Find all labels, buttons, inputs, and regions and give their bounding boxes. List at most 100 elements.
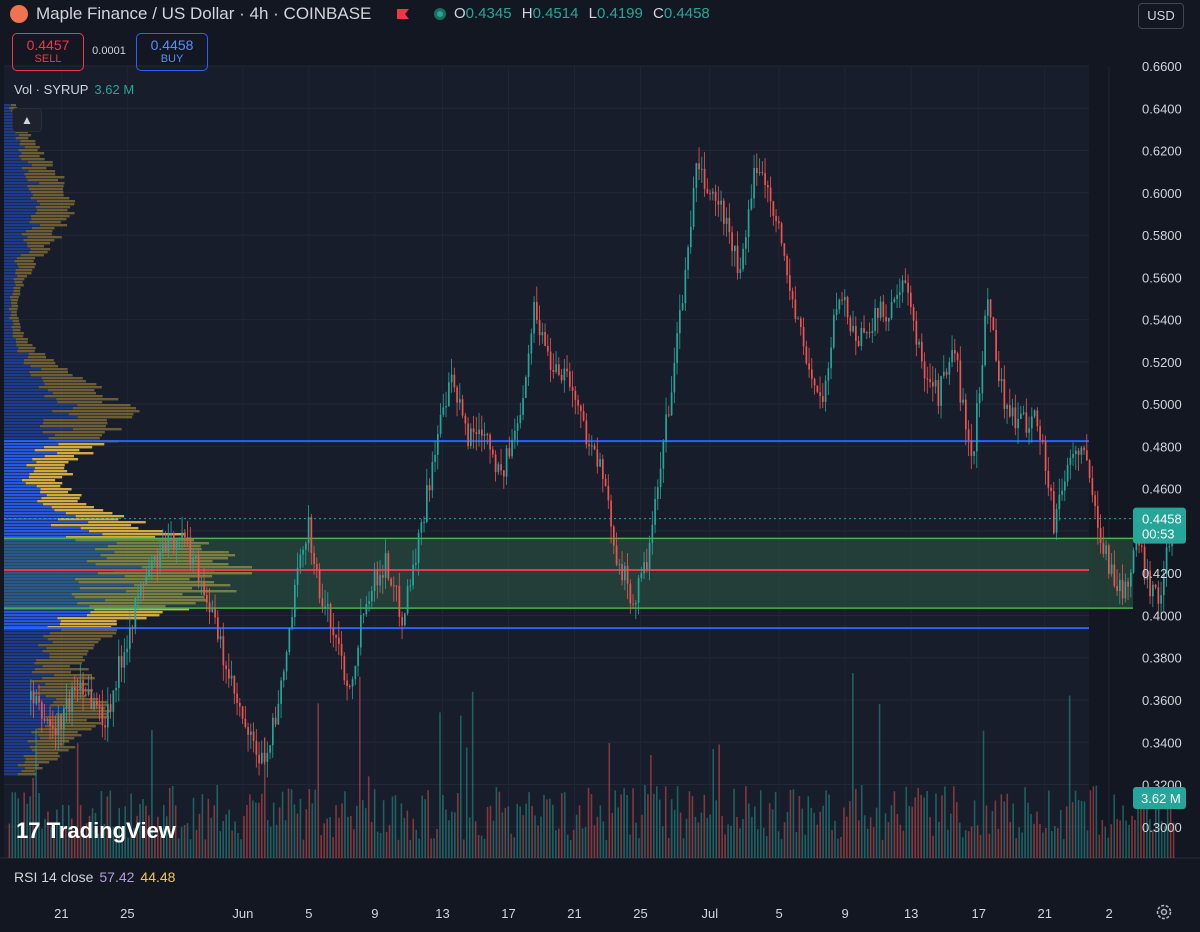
chart-canvas[interactable]: 0.6600 0.6400 0.6200 0.6000 0.5800 0.5600 0.54…: [0, 0, 1200, 932]
volume-bar: [350, 815, 352, 858]
volume-legend[interactable]: Vol · SYRUP 3.62 M: [14, 82, 134, 97]
profile-bar-down: [4, 137, 16, 140]
volume-bar: [774, 791, 777, 858]
profile-bar-up: [47, 638, 101, 641]
volume-bar: [195, 830, 198, 858]
candle-body: [60, 715, 62, 730]
candle-body: [522, 398, 524, 415]
candle-body: [74, 687, 76, 690]
candle-body: [621, 564, 623, 581]
volume-bar: [1012, 803, 1015, 858]
candle-body: [107, 704, 109, 728]
profile-bar-up: [28, 170, 56, 173]
volume-bar: [243, 816, 245, 858]
candle-body: [874, 308, 876, 331]
profile-bar-down: [4, 284, 16, 287]
volume-bar: [837, 838, 839, 858]
volume-bar: [240, 839, 242, 858]
candle-body: [761, 172, 764, 174]
profile-bar-down: [4, 200, 37, 203]
volume-bar: [834, 820, 836, 858]
candle-body: [544, 332, 546, 346]
profile-bar-up: [39, 182, 65, 185]
candle-body: [659, 468, 662, 488]
profile-bar-down: [4, 302, 12, 305]
candle-body: [393, 585, 395, 587]
volume-bar: [644, 784, 646, 858]
volume-bar: [843, 807, 845, 858]
volume-bar: [911, 806, 914, 858]
profile-bar-up: [24, 173, 56, 176]
volume-bar: [1021, 832, 1023, 858]
candle-body: [335, 635, 337, 638]
collapse-legend-button[interactable]: ▲: [12, 108, 42, 132]
volume-bar: [540, 816, 542, 858]
gear-icon[interactable]: [1155, 903, 1173, 921]
profile-bar-up: [12, 293, 21, 296]
volume-bar: [890, 805, 893, 858]
profile-bar-down: [4, 752, 36, 755]
candle-body: [492, 449, 494, 455]
candle-body: [217, 617, 219, 640]
buy-button[interactable]: 0.4458 BUY: [136, 33, 208, 71]
volume-bar: [700, 812, 703, 858]
volume-bar: [578, 805, 581, 858]
profile-bar-up: [29, 371, 69, 374]
profile-bar-up: [31, 164, 53, 167]
profile-bar-up: [29, 251, 48, 254]
price-tick-label: 0.6400: [1142, 101, 1182, 116]
profile-bar-down: [4, 323, 14, 326]
profile-bar-up: [15, 269, 33, 272]
symbol-title[interactable]: Maple Finance / US Dollar · 4h · COINBAS…: [36, 4, 371, 24]
candle-body: [296, 567, 299, 585]
volume-bar: [953, 786, 955, 858]
profile-bar-down: [4, 515, 76, 518]
candle-body: [560, 374, 563, 381]
candle-body: [46, 719, 49, 721]
candle-body: [602, 459, 604, 479]
candle-body: [294, 584, 296, 618]
profile-bar-down: [4, 638, 48, 641]
volume-bar: [201, 794, 204, 858]
candle-body: [1080, 447, 1083, 455]
candle-body: [802, 327, 805, 347]
rsi-legend[interactable]: RSI 14 close 57.42 44.48: [14, 869, 175, 885]
candle-body: [717, 200, 720, 205]
time-tick-label: 17: [972, 906, 986, 921]
volume-bar: [483, 838, 486, 858]
candle-body: [1014, 407, 1017, 429]
profile-bar-up: [46, 647, 94, 650]
profile-bar-down: [4, 128, 13, 131]
flag-icon[interactable]: [396, 8, 410, 20]
price-tick-label: 0.3800: [1142, 651, 1182, 666]
profile-bar-up: [44, 383, 97, 386]
candle-body: [272, 717, 274, 746]
profile-bar-up: [19, 143, 36, 146]
candle-body: [134, 598, 137, 629]
profile-bar-down: [4, 155, 20, 158]
volume-bar: [786, 811, 789, 858]
profile-bar-up: [30, 197, 70, 200]
profile-bar-down: [4, 524, 51, 527]
profile-bar-up: [42, 677, 95, 680]
candle-body: [156, 556, 159, 568]
candle-body: [151, 560, 153, 570]
profile-bar-down: [4, 665, 43, 668]
candle-body: [593, 445, 596, 450]
volume-bar: [1053, 825, 1056, 858]
candle-body: [1044, 441, 1047, 472]
candle-body: [640, 573, 643, 579]
candle-body: [610, 500, 612, 527]
volume-bar: [430, 838, 432, 858]
candle-body: [470, 428, 472, 446]
volume-bar: [1125, 820, 1127, 858]
volume-bar: [831, 830, 833, 858]
volume-bar: [1077, 800, 1080, 858]
profile-bar-up: [54, 434, 103, 437]
sell-button[interactable]: 0.4457 SELL: [12, 33, 84, 71]
volume-bar: [457, 792, 459, 858]
profile-bar-down: [4, 755, 24, 758]
profile-bar-up: [38, 386, 102, 389]
currency-button[interactable]: USD: [1138, 3, 1184, 29]
volume-bar: [198, 813, 201, 858]
